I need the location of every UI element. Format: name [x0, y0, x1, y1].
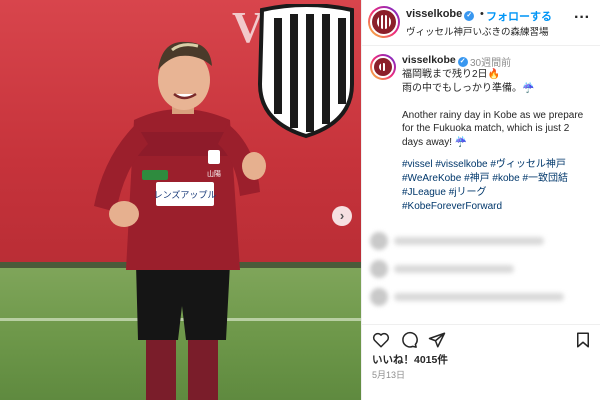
caption-username[interactable]: visselkobe ✓	[402, 54, 468, 67]
share-icon[interactable]	[428, 331, 446, 349]
like-count[interactable]: いいね！4015件	[372, 352, 448, 367]
post-caption: visselkobe ✓ 30週間前 福岡戦まで残り2日🔥 雨の中でもしっかり準備…	[362, 46, 600, 226]
sponsor-text: レンズアップル	[154, 189, 217, 200]
post-sidebar: visselkobe ✓ • フォローする ヴィッセル神戸いぶきの森練習場 ···…	[361, 0, 600, 400]
hashtags: #vissel #visselkobe #ヴィッセル神戸 #WeAreKobe …	[402, 158, 598, 214]
post-time: 30週間前	[470, 58, 512, 69]
caption-line: 雨の中でもしっかり準備。☔	[402, 82, 535, 94]
chevron-right-icon: ›	[339, 208, 345, 223]
post-photo[interactable]: VIS レ	[0, 0, 361, 400]
verified-badge-icon: ✓	[457, 57, 468, 67]
hashtag-line[interactable]: #KobeForeverForward	[402, 200, 598, 214]
caption-line: Another rainy day in Kobe as we prepare	[402, 109, 584, 121]
chest-sponsor-text: 山陽	[207, 169, 221, 178]
hashtag-line[interactable]: #vissel #visselkobe #ヴィッセル神戸	[402, 158, 598, 172]
follow-button[interactable]: フォローする	[486, 8, 552, 24]
heart-icon[interactable]	[372, 331, 390, 349]
bookmark-icon[interactable]	[574, 331, 592, 349]
blurred-comments	[362, 226, 600, 316]
header-separator: •	[480, 8, 484, 20]
verified-badge-icon: ✓	[464, 11, 475, 21]
action-bar	[362, 324, 600, 352]
club-logo-icon	[377, 15, 391, 29]
more-options-icon[interactable]: ···	[574, 9, 590, 27]
location-link[interactable]: ヴィッセル神戸いぶきの森練習場	[406, 24, 549, 38]
post-header: visselkobe ✓ • フォローする ヴィッセル神戸いぶきの森練習場 ···	[362, 0, 600, 46]
caption-line: for the Fukuoka match, which is just 2	[402, 123, 570, 134]
header-username[interactable]: visselkobe ✓	[406, 8, 475, 21]
profile-avatar[interactable]	[368, 6, 400, 38]
post-date: 5月13日	[372, 370, 406, 380]
caption-text: 福岡戦まで残り2日🔥 雨の中でもしっかり準備。☔ Another rainy d…	[402, 68, 598, 149]
next-photo-button[interactable]: ›	[332, 206, 352, 226]
hashtag-line[interactable]: #JLeague #jリーグ	[402, 186, 598, 200]
player-figure: レンズアップル 山陽	[94, 41, 266, 400]
comment-icon[interactable]	[400, 331, 418, 349]
hashtag-line[interactable]: #WeAreKobe #神戸 #kobe #一致団結	[402, 172, 598, 186]
caption-avatar[interactable]	[370, 54, 396, 80]
caption-line: days away! ☔	[402, 136, 468, 148]
club-logo-icon	[379, 63, 387, 71]
caption-line: 福岡戦まで残り2日🔥	[402, 69, 501, 80]
